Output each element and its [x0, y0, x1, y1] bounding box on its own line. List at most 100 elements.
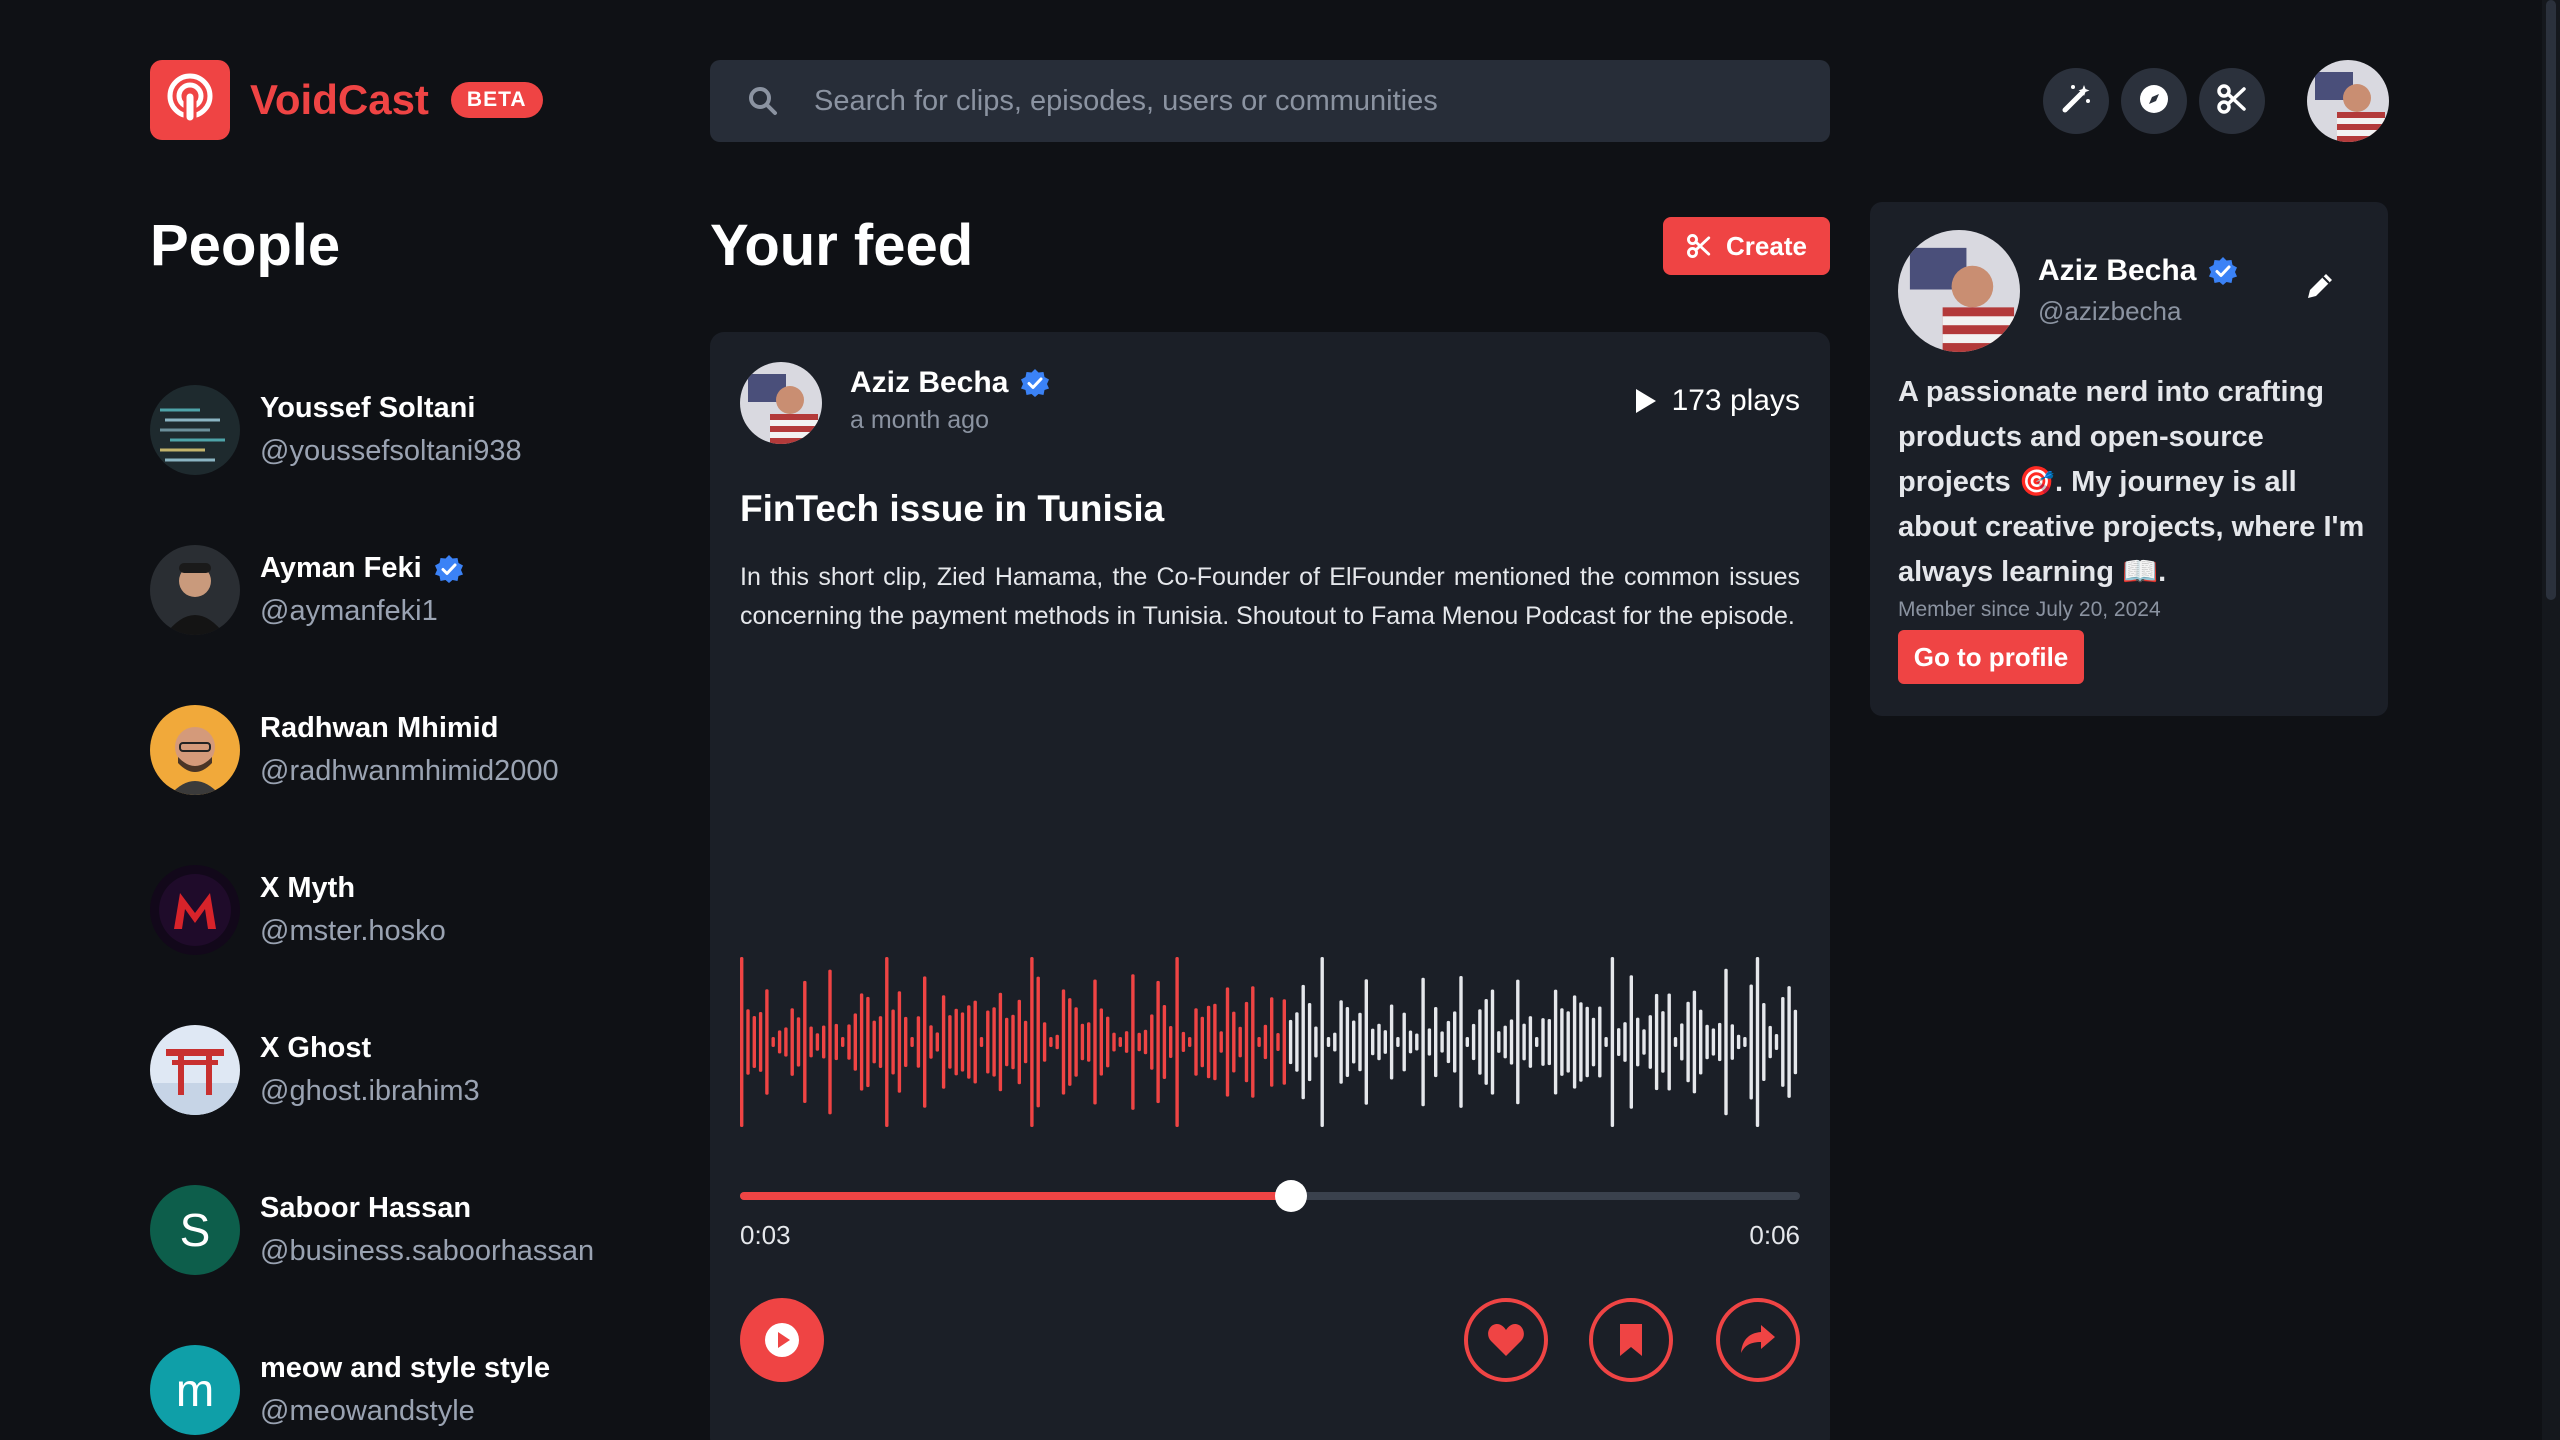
- waveform-bar: [1623, 1022, 1627, 1062]
- waveform-bar: [1301, 984, 1305, 1100]
- waveform-bar: [1389, 1004, 1394, 1080]
- save-button[interactable]: [1589, 1298, 1673, 1382]
- person-item[interactable]: Ayman Feki @aymanfeki1: [150, 510, 594, 670]
- waveform-bar: [1307, 1003, 1312, 1082]
- waveform-bar: [771, 1037, 775, 1047]
- waveform-bar: [1711, 1028, 1716, 1056]
- waveform-bar: [746, 1009, 750, 1075]
- waveform-bar: [904, 1016, 908, 1067]
- search-input[interactable]: [814, 84, 1714, 118]
- waveform-bar: [916, 1016, 921, 1068]
- like-button[interactable]: [1464, 1298, 1548, 1382]
- person-item[interactable]: X Ghost @ghost.ibrahim3: [150, 990, 594, 1150]
- waveform-bar: [1617, 1028, 1621, 1056]
- person-item[interactable]: Radhwan Mhimid @radhwanmhimid2000: [150, 670, 594, 830]
- waveform-bar: [1768, 1025, 1772, 1059]
- waveform-bar: [1686, 1001, 1690, 1083]
- person-item[interactable]: m meow and style style @meowandstyle: [150, 1310, 594, 1440]
- waveform-bar: [1560, 1008, 1564, 1076]
- create-button[interactable]: Create: [1663, 217, 1830, 275]
- scrollbar-thumb[interactable]: [2546, 0, 2556, 600]
- go-to-profile-button[interactable]: Go to profile: [1898, 630, 2084, 684]
- beta-badge: BETA: [450, 82, 543, 118]
- waveform-bar: [1509, 1019, 1514, 1065]
- waveform-bar: [1408, 1030, 1413, 1054]
- search-icon: [748, 85, 780, 117]
- waveform-bar: [1257, 1037, 1261, 1047]
- waveform-bar: [1232, 1011, 1236, 1073]
- waveform-bar: [1175, 957, 1179, 1127]
- waveform-bar: [1396, 1037, 1400, 1047]
- waveform-bar: [1049, 1037, 1053, 1047]
- waveform-bar: [992, 1007, 996, 1077]
- person-name: meow and style style: [260, 1352, 551, 1384]
- waveform-bar: [1093, 979, 1097, 1105]
- person-item[interactable]: X Myth @mster.hosko: [150, 830, 594, 990]
- waveform-bar: [1642, 1029, 1646, 1055]
- share-button[interactable]: [1716, 1298, 1800, 1382]
- person-name: X Myth: [260, 872, 356, 904]
- avatar[interactable]: [740, 362, 822, 444]
- waveform-bar: [847, 1024, 851, 1060]
- user-avatar[interactable]: [2307, 60, 2389, 142]
- waveform-bar: [1251, 986, 1255, 1098]
- waveform-bar: [872, 1020, 876, 1064]
- waveform-bar: [1263, 1024, 1268, 1060]
- waveform-bar: [891, 1009, 895, 1075]
- clip-card: Aziz Becha a month ago 173 plays FinTech…: [710, 332, 1830, 1440]
- magic-wand-button[interactable]: [2043, 68, 2109, 134]
- waveform-bar: [897, 991, 902, 1093]
- waveform-bar: [1465, 1037, 1469, 1047]
- progress-knob[interactable]: [1275, 1180, 1308, 1212]
- waveform-bar: [1112, 1032, 1116, 1052]
- total-time: 0:06: [1749, 1220, 1800, 1250]
- page-scrollbar[interactable]: [2542, 0, 2560, 1440]
- person-item[interactable]: Youssef Soltani @youssefsoltani938: [150, 350, 594, 510]
- waveform-bar: [1371, 1028, 1375, 1056]
- explore-button[interactable]: [2121, 68, 2187, 134]
- avatar: [150, 385, 240, 475]
- profile-card: Aziz Becha @azizbecha A passionate nerd …: [1870, 202, 2388, 716]
- waveform-bar: [954, 1008, 958, 1076]
- person-handle: @ghost.ibrahim3: [260, 1075, 480, 1107]
- clips-button[interactable]: [2199, 68, 2265, 134]
- waveform-bar: [1636, 1017, 1640, 1067]
- waveform-bar: [1724, 968, 1728, 1116]
- app-logo[interactable]: VoidCast BETA: [150, 60, 543, 140]
- waveform-bar: [1490, 989, 1495, 1095]
- waveform-bar: [998, 992, 1003, 1092]
- waveform-bar: [1743, 1037, 1747, 1047]
- search-bar[interactable]: [710, 60, 1830, 142]
- person-item[interactable]: S Saboor Hassan @business.saboorhassan: [150, 1150, 594, 1310]
- waveform-bar: [740, 957, 744, 1127]
- post-title: FinTech issue in Tunisia: [740, 488, 1165, 529]
- waveform-bar: [1099, 1008, 1103, 1076]
- waveform-bar: [796, 1017, 801, 1067]
- waveform-bar: [1415, 1033, 1419, 1051]
- waveform-bar: [777, 1030, 782, 1054]
- waveform-bar: [1629, 975, 1633, 1109]
- waveform-bar: [1730, 1024, 1734, 1060]
- waveform-bar: [1755, 957, 1760, 1127]
- heart-icon: [1488, 1324, 1524, 1356]
- waveform-bar: [1042, 1022, 1047, 1062]
- post-author[interactable]: Aziz Becha: [850, 366, 1008, 400]
- waveform-bar: [1345, 1007, 1350, 1077]
- waveform-bar: [1680, 1023, 1684, 1061]
- waveform-bar: [1225, 987, 1230, 1097]
- waveform-bar: [1484, 999, 1488, 1085]
- waveform[interactable]: [740, 952, 1800, 1132]
- verified-icon: [2208, 256, 2238, 286]
- edit-profile-button[interactable]: [2304, 270, 2336, 307]
- waveform-bar: [1364, 979, 1368, 1105]
- waveform-bar: [1270, 997, 1274, 1087]
- avatar: [1898, 230, 2020, 352]
- progress-bar[interactable]: [740, 1180, 1800, 1212]
- waveform-bar: [1541, 1018, 1545, 1066]
- waveform-bar: [1036, 976, 1040, 1108]
- profile-bio: A passionate nerd into crafting products…: [1898, 376, 2365, 588]
- waveform-bar: [1705, 1024, 1709, 1060]
- person-name: Youssef Soltani: [260, 392, 476, 424]
- plays-count: 173 plays: [1634, 384, 1800, 418]
- play-button[interactable]: [740, 1298, 824, 1382]
